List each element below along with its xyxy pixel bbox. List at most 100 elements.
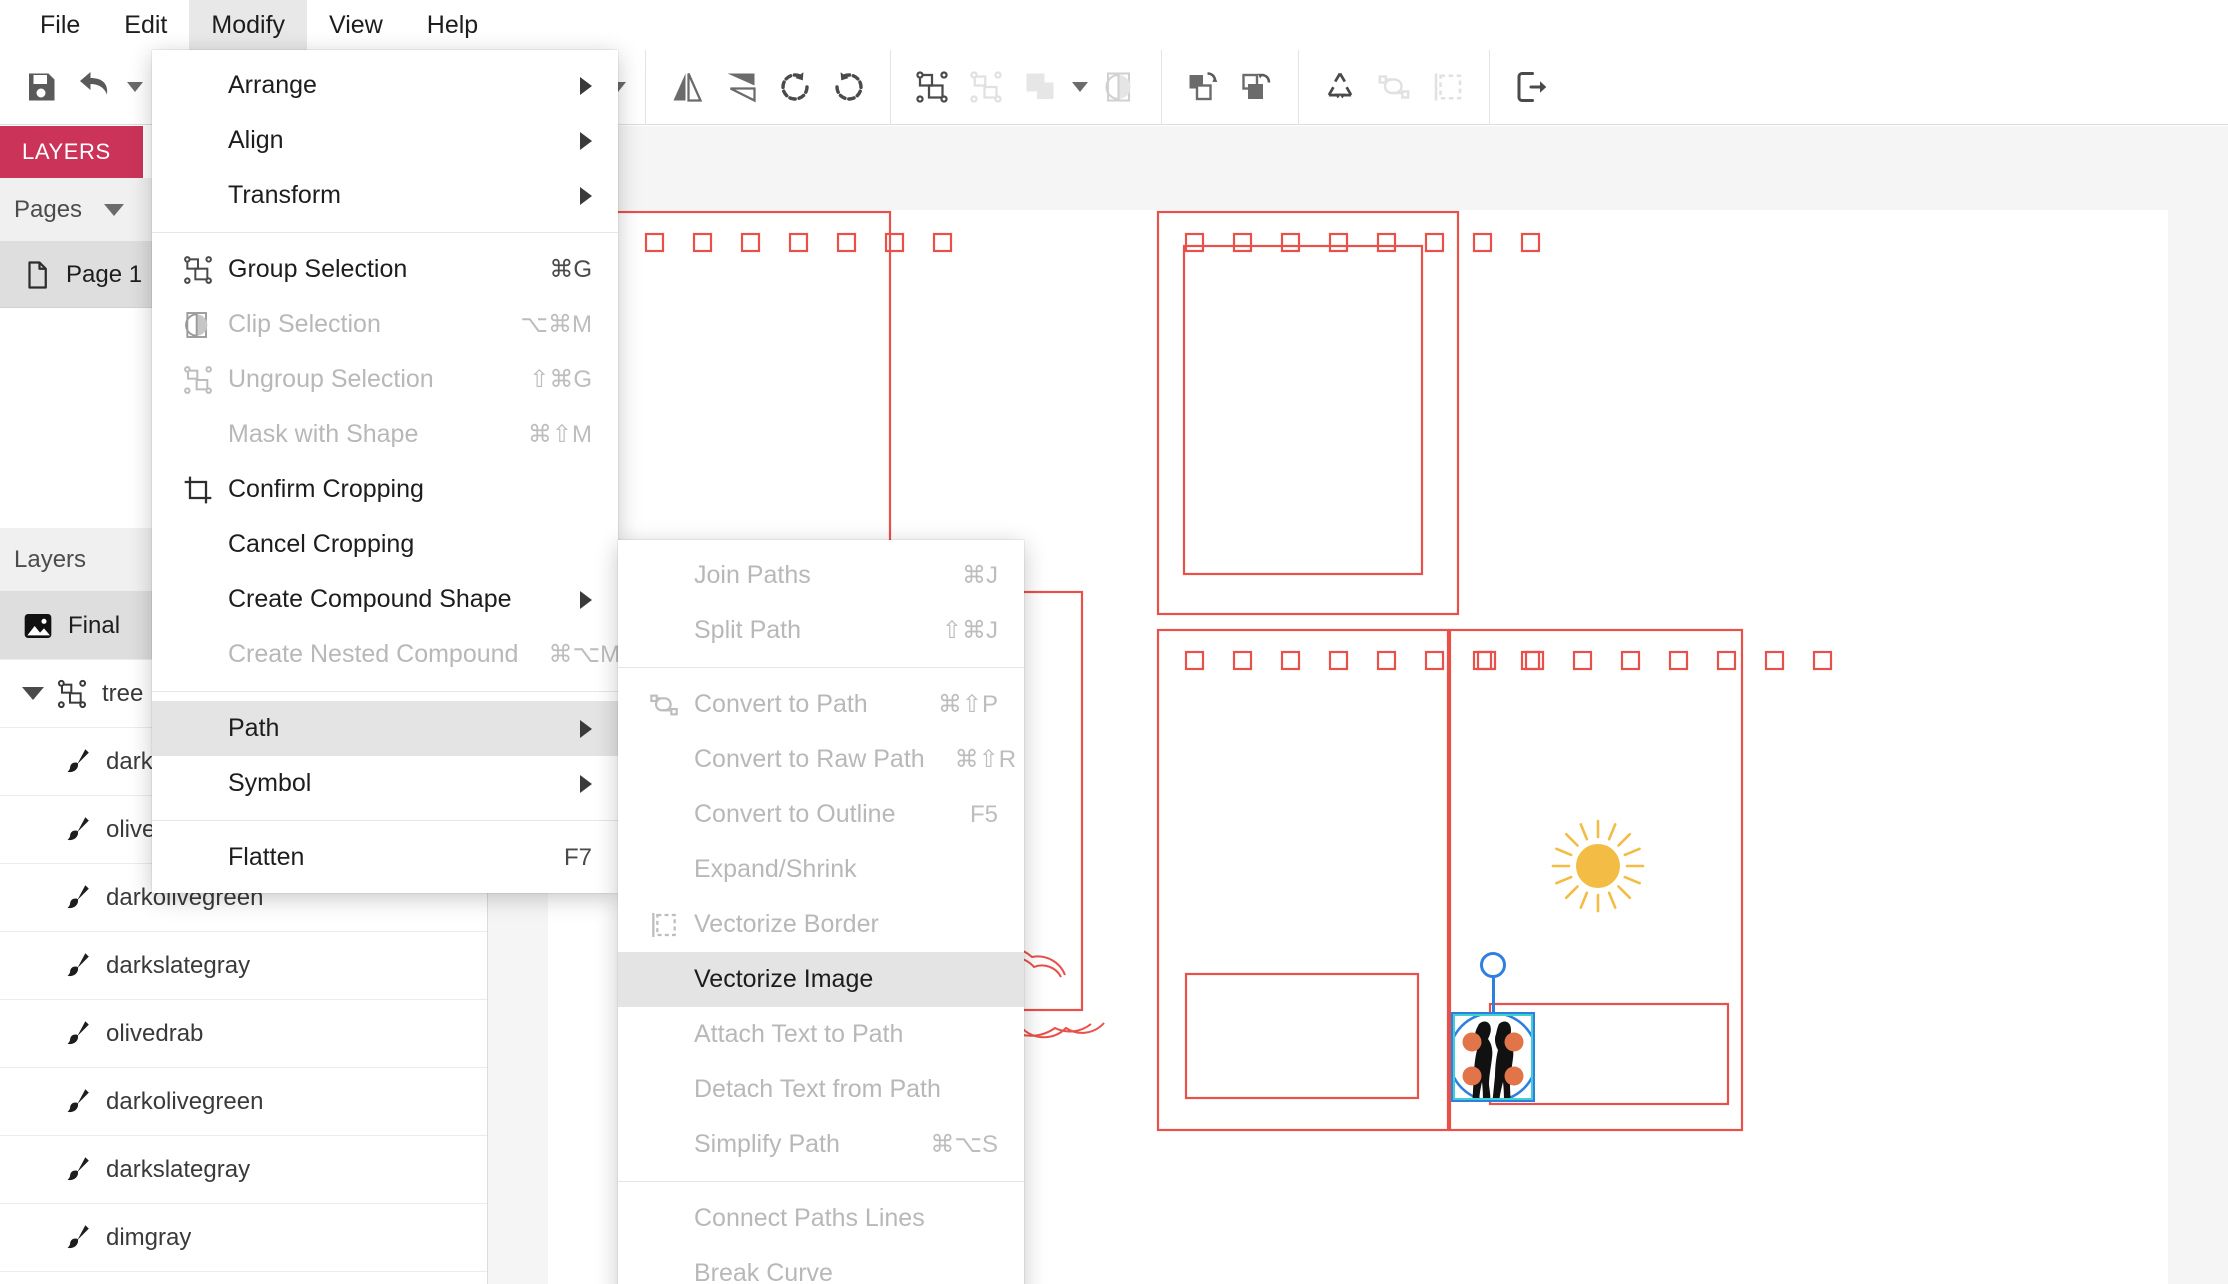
menu-item-clip-selection: Clip Selection ⌥⌘M [152, 297, 618, 352]
menubar-item-file[interactable]: File [18, 0, 102, 50]
chevron-down-icon [127, 82, 143, 92]
menu-item-group-selection[interactable]: Group Selection ⌘G [152, 242, 618, 297]
rotation-handle-knob[interactable] [1480, 952, 1506, 978]
chevron-down-icon [1072, 82, 1088, 92]
undo-icon [77, 69, 113, 105]
menu-item-label: Ungroup Selection [228, 365, 434, 393]
toolbar-undo-button[interactable] [70, 62, 120, 112]
toolbar-mask-button[interactable] [1095, 62, 1145, 112]
toolbar-rotate-left-button[interactable] [770, 62, 820, 112]
menu-item-arrange[interactable]: Arrange [152, 58, 618, 113]
layer-list-item-label: olivedrab [106, 1019, 204, 1047]
path-layer-icon [60, 1018, 92, 1050]
menubar-item-modify[interactable]: Modify [189, 0, 308, 50]
menubar-item-label: Edit [124, 11, 168, 39]
menu-item-vectorize-image[interactable]: Vectorize Image [618, 952, 1024, 1007]
path-layer-icon [60, 1086, 92, 1118]
disclosure-triangle-icon[interactable] [22, 687, 44, 700]
modify-dropdown-menu: Arrange Align Transform Group Selection ⌘G Cl… [152, 50, 620, 893]
save-icon [23, 69, 59, 105]
vectorize-border-icon [1430, 69, 1466, 105]
ungroup-icon [178, 364, 218, 396]
menu-item-shortcut: ⇧⌘G [529, 366, 592, 393]
layer-list-item[interactable]: dimgray [0, 1204, 487, 1272]
convert-to-path-icon [644, 689, 684, 721]
rotate-left-icon [777, 69, 813, 105]
menu-item-transform[interactable]: Transform [152, 168, 618, 223]
menu-item-label: Confirm Cropping [228, 475, 424, 503]
menubar-item-help[interactable]: Help [405, 0, 500, 50]
toolbar-undo-dropdown[interactable] [122, 62, 148, 112]
toolbar-save-button[interactable] [16, 62, 66, 112]
recycle-icon [1322, 69, 1358, 105]
path-layer-icon [60, 814, 92, 846]
toolbar-boolean-unite-dropdown[interactable] [1067, 62, 1093, 112]
menu-item-cancel-cropping[interactable]: Cancel Cropping [152, 517, 618, 572]
menu-item-label: Flatten [228, 843, 305, 871]
toolbar-export-button[interactable] [1506, 62, 1556, 112]
image-layer-icon [22, 610, 54, 642]
toolbar-boolean-unite-button[interactable] [1015, 62, 1065, 112]
menu-item-label: Symbol [228, 769, 312, 797]
toolbar-ungroup-button[interactable] [961, 62, 1011, 112]
menu-item-shortcut: F5 [969, 800, 998, 828]
layer-list-item-label: darkslategray [106, 1155, 251, 1183]
toolbar-vectorize-border-button[interactable] [1423, 62, 1473, 112]
application-window: FileEditModifyViewHelp T LAYERS Pages Pa… [0, 0, 2228, 1284]
layer-list-item-label: darkslategray [106, 951, 251, 979]
toolbar-recycle-button[interactable] [1315, 62, 1365, 112]
menu-item-convert-to-path: Convert to Path ⌘⇧P [618, 677, 1024, 732]
chevron-right-icon [580, 131, 592, 150]
menu-item-label: Mask with Shape [228, 420, 419, 448]
layer-list-item[interactable]: darkslategray [0, 932, 487, 1000]
layer-list-item[interactable]: darkslategray [0, 1136, 487, 1204]
chevron-down-icon [104, 203, 125, 216]
boolean-unite-icon [1022, 69, 1058, 105]
menu-item-shortcut: ⌘⌥S [930, 1131, 998, 1158]
layer-list-item[interactable]: darkolivegreen [0, 1068, 487, 1136]
menu-item-symbol[interactable]: Symbol [152, 756, 618, 811]
crop-icon [178, 474, 218, 506]
toolbar-group-3 [891, 50, 1161, 125]
toolbar-rotate-right-button[interactable] [824, 62, 874, 112]
menu-item-label: Vectorize Border [694, 910, 879, 938]
sun-icon[interactable] [1551, 819, 1645, 913]
menu-item-label: Clip Selection [228, 310, 381, 338]
toolbar-group-button[interactable] [907, 62, 957, 112]
menu-item-align[interactable]: Align [152, 113, 618, 168]
menu-item-label: Vectorize Image [694, 965, 874, 993]
convert-to-path-icon [1376, 69, 1412, 105]
menu-item-path[interactable]: Path [152, 701, 618, 756]
menu-item-split-path: Split Path ⇧⌘J [618, 603, 1024, 658]
menu-item-label: Expand/Shrink [694, 855, 857, 883]
toolbar-group-4 [1162, 50, 1298, 125]
flip-vertical-icon [723, 69, 759, 105]
menu-item-label: Transform [228, 181, 341, 209]
menu-item-label: Convert to Raw Path [694, 745, 925, 773]
toolbar-convert-to-path-button[interactable] [1369, 62, 1419, 112]
layer-list-item-label: Final [68, 611, 121, 639]
menubar-item-view[interactable]: View [307, 0, 405, 50]
menu-item-flatten[interactable]: Flatten F7 [152, 830, 618, 885]
menu-item-label: Cancel Cropping [228, 530, 415, 558]
menu-item-shortcut: ⌘⇧M [527, 421, 592, 448]
toolbar-send-backward-button[interactable] [1232, 62, 1282, 112]
layer-list-item[interactable]: olivedrab [0, 1000, 487, 1068]
chevron-right-icon [580, 719, 592, 738]
layers-tab[interactable]: LAYERS [0, 126, 143, 178]
menu-item-simplify-path: Simplify Path ⌘⌥S [618, 1117, 1024, 1172]
layer-list-item-label: dimgray [106, 1223, 192, 1251]
toolbar-flip-horizontal-button[interactable] [662, 62, 712, 112]
menu-item-create-compound-shape[interactable]: Create Compound Shape [152, 572, 618, 627]
layer-list-item-label: darkolivegreen [106, 1087, 264, 1115]
toolbar-flip-vertical-button[interactable] [716, 62, 766, 112]
path-layer-icon [60, 1154, 92, 1186]
toolbar-bring-forward-button[interactable] [1178, 62, 1228, 112]
menu-item-confirm-cropping[interactable]: Confirm Cropping [152, 462, 618, 517]
menubar-item-edit[interactable]: Edit [102, 0, 189, 50]
menu-item-label: Attach Text to Path [694, 1020, 904, 1048]
menu-separator [152, 232, 618, 233]
selection-bounding-box[interactable] [1451, 1012, 1535, 1102]
page-list-item-label: Page 1 [66, 260, 143, 288]
menu-item-shortcut: ⌘G [549, 256, 592, 283]
